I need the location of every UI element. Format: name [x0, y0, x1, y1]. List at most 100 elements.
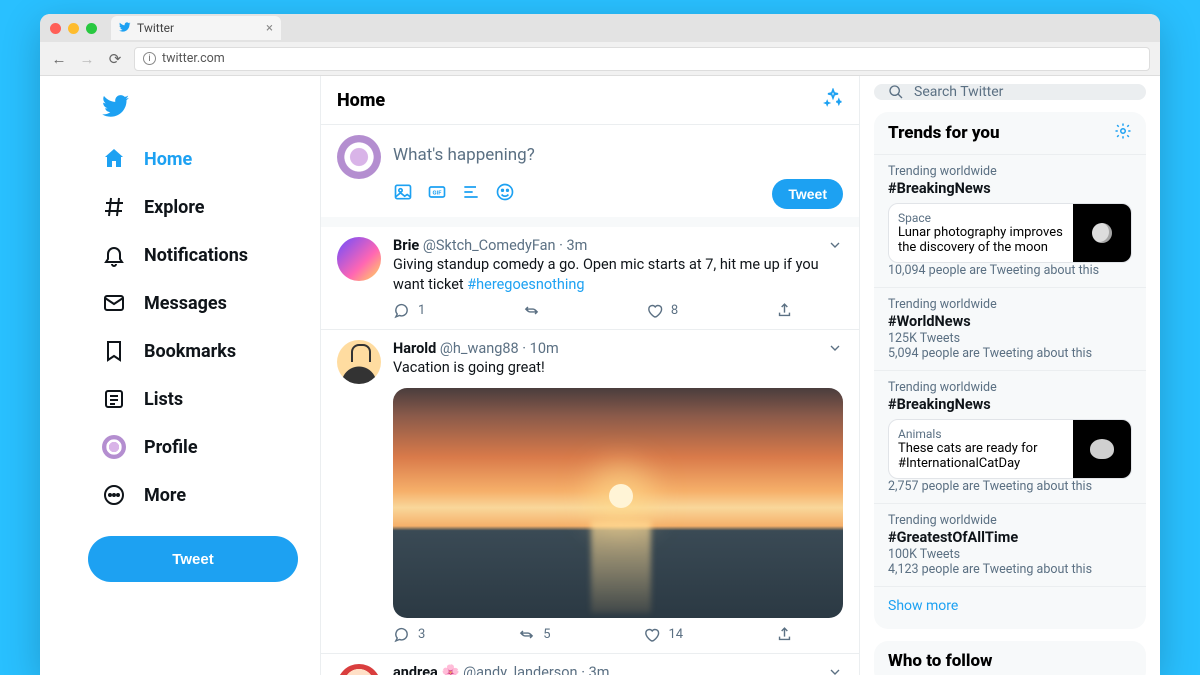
- show-more-link[interactable]: Show more: [874, 587, 1146, 625]
- like-button[interactable]: 8: [646, 302, 678, 319]
- primary-nav: Home Explore Notifications Messages Book…: [40, 76, 320, 675]
- trend-hashtag: #WorldNews: [888, 313, 1132, 330]
- tweet-caret-icon[interactable]: [827, 340, 843, 360]
- page-title: Home: [337, 90, 385, 111]
- nav-label: Lists: [144, 389, 183, 410]
- share-button[interactable]: [776, 302, 793, 319]
- tweet-timestamp[interactable]: 3m: [567, 237, 588, 254]
- nav-back-button[interactable]: ←: [50, 50, 68, 68]
- settings-icon[interactable]: [1114, 122, 1132, 144]
- browser-tab-title: Twitter: [137, 21, 174, 35]
- nav-home[interactable]: Home: [88, 138, 312, 180]
- poll-icon[interactable]: [461, 182, 481, 206]
- who-to-follow-title: Who to follow: [888, 651, 992, 671]
- cat-thumbnail: [1073, 420, 1131, 478]
- nav-explore[interactable]: Explore: [88, 186, 312, 228]
- tweet-caret-icon[interactable]: [827, 664, 843, 675]
- search-placeholder: Search Twitter: [914, 84, 1003, 100]
- like-button[interactable]: 14: [643, 626, 683, 643]
- composer-input[interactable]: What's happening?: [393, 135, 843, 179]
- twitter-logo-icon[interactable]: [88, 84, 312, 132]
- gif-icon[interactable]: GIF: [427, 182, 447, 206]
- trend-hashtag: #BreakingNews: [888, 396, 1132, 413]
- address-bar[interactable]: i twitter.com: [134, 47, 1150, 71]
- window-minimize-button[interactable]: [68, 23, 79, 34]
- envelope-icon: [102, 291, 126, 315]
- tweet[interactable]: Brie @Sktch_ComedyFan · 3m Giving standu…: [321, 227, 859, 330]
- tab-close-icon[interactable]: ×: [266, 21, 273, 36]
- nav-bookmarks[interactable]: Bookmarks: [88, 330, 312, 372]
- tweet-author-name[interactable]: Brie: [393, 237, 419, 254]
- nav-profile[interactable]: Profile: [88, 426, 312, 468]
- who-to-follow-panel: Who to follow: [874, 641, 1146, 675]
- emoji-icon[interactable]: [495, 182, 515, 206]
- tweet-author-name[interactable]: andrea: [393, 664, 438, 675]
- nav-lists[interactable]: Lists: [88, 378, 312, 420]
- nav-label: Messages: [144, 293, 227, 314]
- trend-card[interactable]: SpaceLunar photography improves the disc…: [888, 203, 1132, 263]
- trend-hashtag: #GreatestOfAllTime: [888, 529, 1132, 546]
- composer-tweet-button[interactable]: Tweet: [772, 179, 843, 209]
- retweet-button[interactable]: [523, 302, 548, 319]
- window-close-button[interactable]: [50, 23, 61, 34]
- reply-button[interactable]: 3: [393, 626, 425, 643]
- tweet-text: Vacation is going great!: [393, 358, 843, 378]
- composer-avatar[interactable]: [337, 135, 381, 179]
- tweet-author-handle[interactable]: @andy_landerson: [463, 664, 577, 675]
- tweet-image[interactable]: [393, 388, 843, 618]
- nav-messages[interactable]: Messages: [88, 282, 312, 324]
- top-tweets-icon[interactable]: [823, 88, 843, 112]
- reply-button[interactable]: 1: [393, 302, 425, 319]
- window-titlebar: Twitter ×: [40, 14, 1160, 42]
- timeline: Home What's happening? GIF Tweet: [320, 76, 860, 675]
- hashtag-link[interactable]: #heregoesnothing: [467, 276, 584, 293]
- tweet-text: Giving standup comedy a go. Open mic sta…: [393, 255, 843, 294]
- browser-window: Twitter × ← → ⟳ i twitter.com Home Explo…: [40, 14, 1160, 675]
- tweet-author-handle[interactable]: @Sktch_ComedyFan: [423, 237, 556, 254]
- verified-badge-icon: 🌸: [441, 664, 459, 675]
- tweet-author-handle[interactable]: @h_wang88: [440, 340, 519, 357]
- twitter-favicon-icon: [119, 21, 131, 36]
- trend-item[interactable]: Trending worldwide #BreakingNews SpaceLu…: [874, 155, 1146, 288]
- nav-label: Explore: [144, 197, 204, 218]
- media-icon[interactable]: [393, 182, 413, 206]
- hashtag-icon: [102, 195, 126, 219]
- url-text: twitter.com: [162, 51, 225, 66]
- tweet[interactable]: andrea 🌸 @andy_landerson · 3m How many l…: [321, 654, 859, 675]
- tweet-avatar[interactable]: [337, 664, 381, 675]
- search-input[interactable]: Search Twitter: [874, 84, 1146, 100]
- bookmark-icon: [102, 339, 126, 363]
- profile-avatar-icon: [102, 435, 126, 459]
- tweet[interactable]: Harold @h_wang88 · 10m Vacation is going…: [321, 330, 859, 654]
- site-info-icon[interactable]: i: [143, 52, 156, 65]
- tweet-caret-icon[interactable]: [827, 237, 843, 257]
- nav-forward-button[interactable]: →: [78, 50, 96, 68]
- trend-item[interactable]: Trending worldwide #GreatestOfAllTime 10…: [874, 504, 1146, 587]
- tweet-timestamp[interactable]: 10m: [530, 340, 559, 357]
- nav-more[interactable]: More: [88, 474, 312, 516]
- tweet-avatar[interactable]: [337, 237, 381, 281]
- tweet-author-name[interactable]: Harold: [393, 340, 436, 357]
- retweet-button[interactable]: 5: [518, 626, 550, 643]
- nav-label: More: [144, 485, 186, 506]
- trend-item[interactable]: Trending worldwide #WorldNews 125K Tweet…: [874, 288, 1146, 371]
- svg-text:GIF: GIF: [433, 191, 443, 197]
- browser-tab[interactable]: Twitter ×: [111, 16, 281, 40]
- browser-toolbar: ← → ⟳ i twitter.com: [40, 42, 1160, 76]
- window-zoom-button[interactable]: [86, 23, 97, 34]
- share-button[interactable]: [776, 626, 793, 643]
- tweet-composer: What's happening? GIF Tweet: [321, 125, 859, 227]
- nav-label: Notifications: [144, 245, 248, 266]
- tweet-timestamp[interactable]: 3m: [589, 664, 610, 675]
- search-icon: [888, 84, 904, 100]
- nav-reload-button[interactable]: ⟳: [106, 50, 124, 68]
- more-icon: [102, 483, 126, 507]
- tweet-avatar[interactable]: [337, 340, 381, 384]
- trend-card[interactable]: AnimalsThese cats are ready for #Interna…: [888, 419, 1132, 479]
- nav-label: Home: [144, 149, 192, 170]
- nav-notifications[interactable]: Notifications: [88, 234, 312, 276]
- nav-label: Profile: [144, 437, 198, 458]
- trend-item[interactable]: Trending worldwide #BreakingNews Animals…: [874, 371, 1146, 504]
- bell-icon: [102, 243, 126, 267]
- compose-tweet-button[interactable]: Tweet: [88, 536, 298, 582]
